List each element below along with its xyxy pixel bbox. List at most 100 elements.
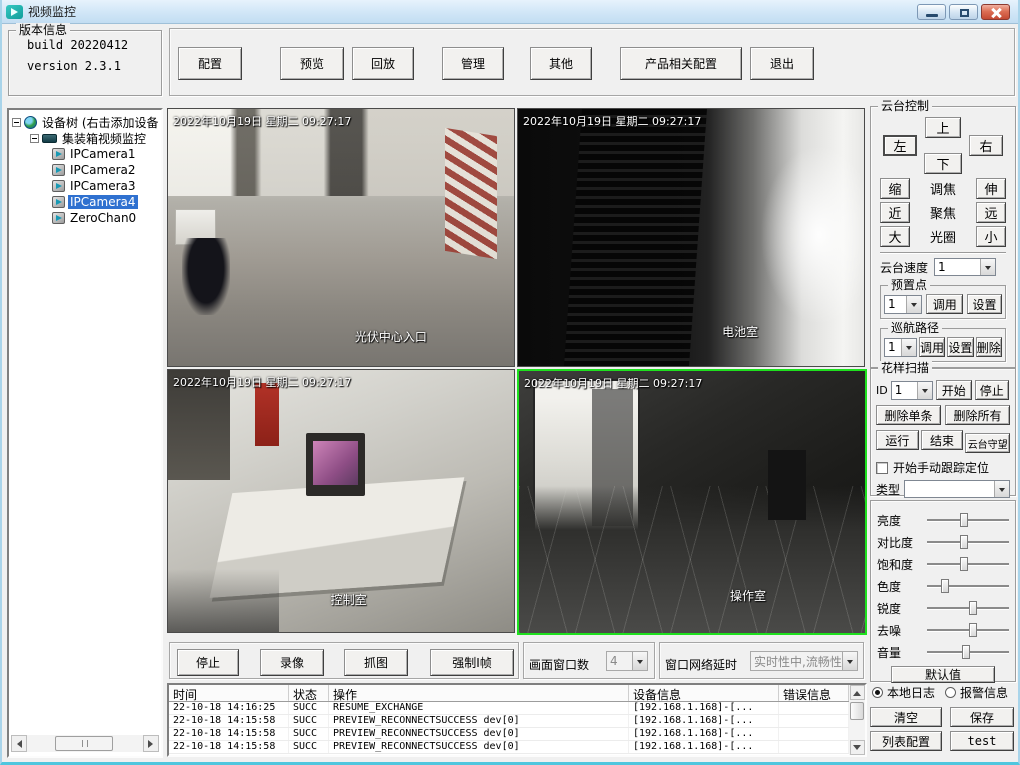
collapse-icon[interactable] — [30, 134, 39, 143]
scroll-up-icon[interactable] — [850, 685, 865, 700]
scroll-left-icon[interactable] — [11, 735, 27, 752]
chevron-down-icon[interactable] — [980, 259, 995, 275]
pattern-id-select[interactable]: 1 — [891, 381, 933, 400]
pattern-stop-button[interactable]: 停止 — [975, 380, 1009, 400]
contrast-slider[interactable] — [927, 535, 1009, 549]
saturation-slider[interactable] — [927, 557, 1009, 571]
cruise-call-button[interactable]: 调用 — [919, 337, 945, 357]
zoom-in-button[interactable]: 伸 — [976, 178, 1006, 199]
cruise-select[interactable]: 1 — [884, 338, 917, 357]
video-window-2[interactable]: 2022年10月19日 星期二 09:27:17 电池室 — [517, 108, 865, 367]
column-header[interactable]: 状态 — [289, 685, 329, 701]
log-vertical-scrollbar[interactable] — [849, 685, 865, 755]
column-header[interactable]: 时间 — [169, 685, 289, 701]
column-header[interactable]: 设备信息 — [629, 685, 779, 701]
tree-root-item[interactable]: 设备树 (右击添加设备 — [12, 114, 161, 130]
test-button[interactable]: test — [950, 731, 1014, 751]
record-button[interactable]: 录像 — [260, 649, 324, 676]
tree-channel-item[interactable]: ZeroChan0 — [12, 210, 161, 226]
chevron-down-icon[interactable] — [632, 652, 647, 670]
chevron-down-icon[interactable] — [917, 382, 932, 399]
tree-horizontal-scrollbar[interactable] — [11, 735, 159, 752]
maximize-button[interactable] — [949, 4, 978, 20]
end-button[interactable]: 结束 — [921, 430, 964, 450]
focus-near-button[interactable]: 近 — [880, 202, 910, 223]
preview-button[interactable]: 预览 — [280, 47, 344, 80]
type-select[interactable] — [904, 480, 1010, 498]
slider-thumb[interactable] — [960, 513, 968, 527]
list-config-button[interactable]: 列表配置 — [870, 731, 942, 751]
defaults-button[interactable]: 默认值 — [891, 666, 995, 683]
config-button[interactable]: 配置 — [178, 47, 242, 80]
ptz-speed-select[interactable]: 1 — [934, 258, 996, 276]
save-log-button[interactable]: 保存 — [950, 707, 1014, 727]
pattern-start-button[interactable]: 开始 — [936, 380, 972, 400]
scrollbar-thumb[interactable] — [850, 702, 864, 720]
preset-call-button[interactable]: 调用 — [926, 294, 963, 314]
manage-button[interactable]: 管理 — [442, 47, 504, 80]
denoise-slider[interactable] — [927, 623, 1009, 637]
log-row[interactable]: 22-10-18 14:15:58 SUCC PREVIEW_RECONNECT… — [169, 728, 849, 741]
slider-thumb[interactable] — [960, 557, 968, 571]
latency-select[interactable]: 实时性中,流畅性 — [750, 651, 858, 671]
tree-channel-item[interactable]: IPCamera1 — [12, 146, 161, 162]
iris-close-button[interactable]: 小 — [976, 226, 1006, 247]
playback-button[interactable]: 回放 — [352, 47, 414, 80]
slider-thumb[interactable] — [960, 535, 968, 549]
delete-single-button[interactable]: 删除单条 — [876, 405, 941, 425]
other-button[interactable]: 其他 — [530, 47, 592, 80]
chevron-down-icon[interactable] — [994, 481, 1009, 497]
video-window-4-selected[interactable]: 2022年10月19日 星期二 09:27:17 操作室 — [517, 369, 867, 635]
scroll-down-icon[interactable] — [850, 740, 865, 755]
local-log-radio[interactable] — [872, 687, 883, 698]
chevron-down-icon[interactable] — [901, 339, 916, 356]
log-row[interactable]: 22-10-18 14:16:25 SUCC RESUME_EXCHANGE [… — [169, 702, 849, 715]
volume-slider[interactable] — [927, 645, 1009, 659]
cruise-delete-button[interactable]: 删除 — [976, 337, 1002, 357]
run-button[interactable]: 运行 — [876, 430, 919, 450]
window-count-select[interactable]: 4 — [606, 651, 648, 671]
chevron-down-icon[interactable] — [842, 652, 857, 670]
column-header[interactable]: 操作 — [329, 685, 629, 701]
delete-all-button[interactable]: 删除所有 — [945, 405, 1010, 425]
exit-button[interactable]: 退出 — [750, 47, 814, 80]
manual-track-checkbox[interactable] — [876, 462, 888, 474]
log-row[interactable]: 22-10-18 14:15:58 SUCC PREVIEW_RECONNECT… — [169, 715, 849, 728]
scroll-right-icon[interactable] — [143, 735, 159, 752]
chevron-down-icon[interactable] — [906, 296, 921, 313]
tree-channel-item[interactable]: IPCamera2 — [12, 162, 161, 178]
force-iframe-button[interactable]: 强制I帧 — [430, 649, 514, 676]
clear-log-button[interactable]: 清空 — [870, 707, 942, 727]
zoom-out-button[interactable]: 缩 — [880, 178, 910, 199]
tree-channel-item[interactable]: IPCamera3 — [12, 178, 161, 194]
brightness-slider[interactable] — [927, 513, 1009, 527]
ptz-up-button[interactable]: 上 — [925, 117, 961, 138]
collapse-icon[interactable] — [12, 118, 21, 127]
close-button[interactable] — [981, 4, 1010, 20]
ptz-down-button[interactable]: 下 — [924, 153, 962, 174]
slider-thumb[interactable] — [941, 579, 949, 593]
stop-button[interactable]: 停止 — [177, 649, 239, 676]
slider-thumb[interactable] — [962, 645, 970, 659]
preset-set-button[interactable]: 设置 — [967, 294, 1002, 314]
ptz-watch-button[interactable]: 云台守望 — [965, 433, 1010, 453]
slider-thumb[interactable] — [969, 601, 977, 615]
tree-channel-item-selected[interactable]: IPCamera4 — [12, 194, 161, 210]
preset-select[interactable]: 1 — [884, 295, 922, 314]
column-header[interactable]: 错误信息 — [779, 685, 849, 701]
iris-open-button[interactable]: 大 — [880, 226, 910, 247]
focus-far-button[interactable]: 远 — [976, 202, 1006, 223]
scrollbar-thumb[interactable] — [55, 736, 113, 751]
ptz-right-button[interactable]: 右 — [969, 135, 1003, 156]
log-row[interactable]: 22-10-18 14:15:58 SUCC PREVIEW_RECONNECT… — [169, 741, 849, 754]
cruise-set-button[interactable]: 设置 — [947, 337, 973, 357]
tree-group-item[interactable]: 集装箱视频监控 — [12, 130, 161, 146]
video-window-1[interactable]: 2022年10月19日 星期二 09:27:17 光伏中心入口 — [167, 108, 515, 367]
slider-thumb[interactable] — [969, 623, 977, 637]
product-config-button[interactable]: 产品相关配置 — [620, 47, 742, 80]
ptz-left-button[interactable]: 左 — [883, 135, 917, 156]
minimize-button[interactable] — [917, 4, 946, 20]
hue-slider[interactable] — [927, 579, 1009, 593]
sharpness-slider[interactable] — [927, 601, 1009, 615]
video-window-3[interactable]: 2022年10月19日 星期二 09:27:17 控制室 — [167, 369, 515, 633]
